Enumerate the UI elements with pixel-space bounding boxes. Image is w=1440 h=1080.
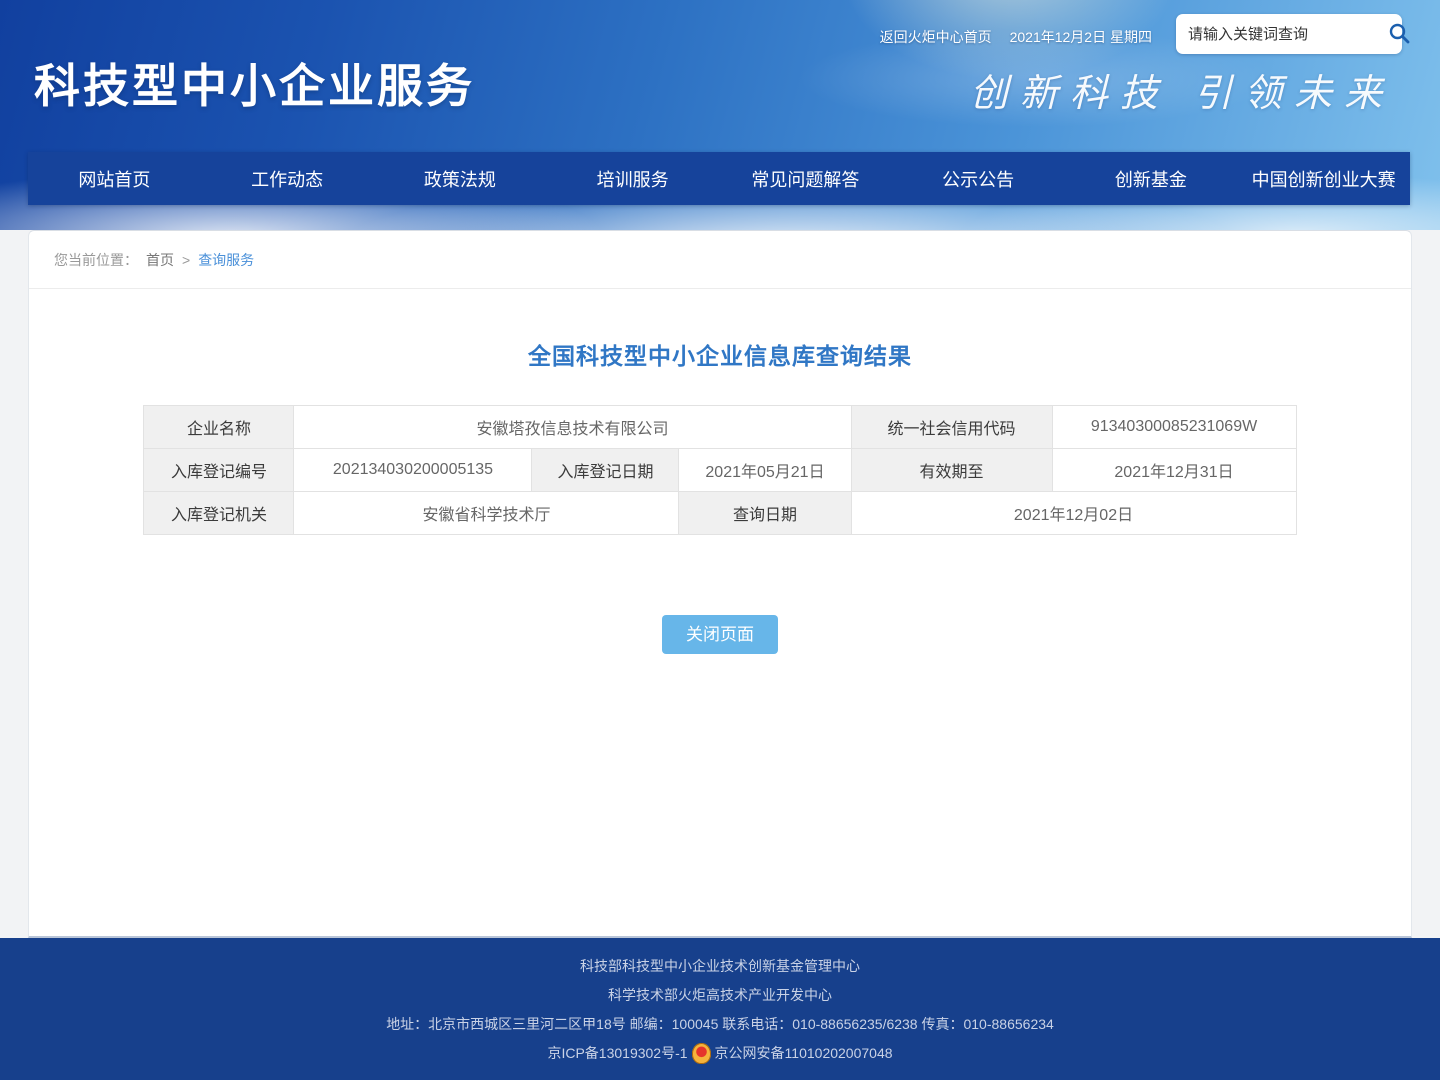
police-badge-icon — [692, 1043, 711, 1064]
nav-item-policy[interactable]: 政策法规 — [374, 152, 547, 205]
breadcrumb-home-link[interactable]: 首页 — [146, 250, 174, 270]
breadcrumb: 您当前位置： 首页 > 查询服务 — [29, 231, 1411, 289]
field-value: 202134030200005135 — [294, 449, 532, 492]
public-security-record-link[interactable]: 京公网安备11010202007048 — [715, 1039, 893, 1068]
field-label: 入库登记机关 — [144, 492, 294, 535]
field-label: 入库登记编号 — [144, 449, 294, 492]
content-card: 您当前位置： 首页 > 查询服务 全国科技型中小企业信息库查询结果 企业名称安徽… — [28, 230, 1412, 938]
return-torch-home-link[interactable]: 返回火炬中心首页 — [880, 27, 992, 47]
field-value: 2021年12月02日 — [851, 492, 1296, 535]
search-button[interactable] — [1387, 19, 1411, 49]
query-result-table: 企业名称安徽塔孜信息技术有限公司统一社会信用代码9134030008523106… — [143, 405, 1296, 535]
site-title: 科技型中小企业服务 — [34, 50, 475, 116]
field-value: 安徽塔孜信息技术有限公司 — [294, 406, 851, 449]
field-label: 有效期至 — [851, 449, 1052, 492]
field-label: 企业名称 — [144, 406, 294, 449]
field-label: 入库登记日期 — [532, 449, 679, 492]
current-date: 2021年12月2日 星期四 — [1010, 27, 1152, 47]
search-icon — [1387, 21, 1411, 48]
table-row: 企业名称安徽塔孜信息技术有限公司统一社会信用代码9134030008523106… — [144, 406, 1296, 449]
result-table-body: 企业名称安徽塔孜信息技术有限公司统一社会信用代码9134030008523106… — [144, 406, 1296, 535]
search-box[interactable] — [1176, 14, 1402, 54]
close-page-button[interactable]: 关闭页面 — [662, 615, 778, 654]
footer-line: 科学技术部火炬高技术产业开发中心 — [0, 981, 1440, 1010]
field-value: 2021年05月21日 — [679, 449, 851, 492]
nav-item-competition[interactable]: 中国创新创业大赛 — [1237, 152, 1410, 205]
slogan-text: 创新科技 引领未来 — [970, 62, 1394, 117]
nav-item-announcements[interactable]: 公示公告 — [892, 152, 1065, 205]
main-nav: 网站首页工作动态政策法规培训服务常见问题解答公示公告创新基金中国创新创业大赛 — [28, 152, 1410, 205]
icp-license-link[interactable]: 京ICP备13019302号-1 — [547, 1039, 687, 1068]
footer-line: 科技部科技型中小企业技术创新基金管理中心 — [0, 952, 1440, 981]
breadcrumb-separator: > — [182, 252, 190, 268]
nav-item-news[interactable]: 工作动态 — [201, 152, 374, 205]
field-value: 安徽省科学技术厅 — [294, 492, 679, 535]
table-row: 入库登记编号202134030200005135入库登记日期2021年05月21… — [144, 449, 1296, 492]
nav-item-faq[interactable]: 常见问题解答 — [719, 152, 892, 205]
header-banner: 科技型中小企业服务 返回火炬中心首页 2021年12月2日 星期四 创新科技 引… — [0, 0, 1440, 230]
page-title: 全国科技型中小企业信息库查询结果 — [29, 337, 1411, 371]
breadcrumb-current-link[interactable]: 查询服务 — [198, 250, 254, 270]
footer-lines: 科技部科技型中小企业技术创新基金管理中心科学技术部火炬高技术产业开发中心地址：北… — [0, 952, 1440, 1039]
field-value: 91340300085231069W — [1052, 406, 1296, 449]
button-row: 关闭页面 — [29, 615, 1411, 654]
breadcrumb-prefix: 您当前位置： — [54, 250, 138, 270]
field-label: 统一社会信用代码 — [851, 406, 1052, 449]
nav-item-innovation-fund[interactable]: 创新基金 — [1065, 152, 1238, 205]
top-links: 返回火炬中心首页 2021年12月2日 星期四 — [880, 27, 1152, 47]
nav-item-training[interactable]: 培训服务 — [546, 152, 719, 205]
field-label: 查询日期 — [679, 492, 851, 535]
footer-registration-line: 京ICP备13019302号-1 京公网安备11010202007048 — [0, 1039, 1440, 1068]
table-row: 入库登记机关安徽省科学技术厅查询日期2021年12月02日 — [144, 492, 1296, 535]
footer-line: 地址：北京市西城区三里河二区甲18号 邮编：100045 联系电话：010-88… — [0, 1010, 1440, 1039]
field-value: 2021年12月31日 — [1052, 449, 1296, 492]
footer: 科技部科技型中小企业技术创新基金管理中心科学技术部火炬高技术产业开发中心地址：北… — [0, 938, 1440, 1080]
nav-item-home[interactable]: 网站首页 — [28, 152, 201, 205]
search-input[interactable] — [1188, 26, 1387, 43]
